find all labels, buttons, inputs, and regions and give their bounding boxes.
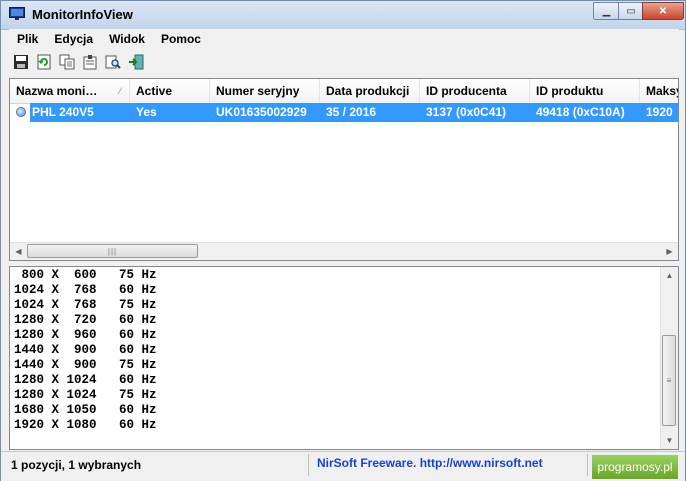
column-header-product-id[interactable]: ID produktu — [530, 79, 640, 103]
status-item-count: 1 pozycji, 1 wybranych — [11, 458, 142, 472]
scroll-down-button[interactable]: ▼ — [661, 432, 678, 449]
chevron-down-icon: ▼ — [665, 436, 674, 445]
find-button[interactable] — [102, 51, 124, 73]
monitor-icon — [9, 7, 25, 20]
column-header-name[interactable]: Nazwa moni… ⁄ — [10, 79, 130, 103]
monitor-status-icon — [16, 107, 26, 117]
mode-line: 1024 X 768 60 Hz — [14, 283, 157, 297]
cell-active: Yes — [136, 105, 157, 119]
cell-product-id: 49418 (0xC10A) — [536, 105, 625, 119]
menu-bar: Plik Edycja Widok Pomoc — [9, 29, 679, 48]
grip-icon: ≡ — [666, 376, 672, 385]
cell-name: PHL 240V5 — [32, 105, 94, 119]
mode-line: 1280 X 1024 60 Hz — [14, 373, 157, 387]
column-header-date[interactable]: Data produkcji — [320, 79, 420, 103]
cell-vendor-id: 3137 (0x0C41) — [426, 105, 507, 119]
refresh-icon — [37, 54, 51, 70]
close-button[interactable]: ✕ — [642, 2, 684, 20]
copy-button[interactable] — [56, 51, 78, 73]
properties-button[interactable] — [79, 51, 101, 73]
column-header-active[interactable]: Active — [130, 79, 210, 103]
cell-date: 35 / 2016 — [326, 105, 377, 119]
mode-line: 1280 X 960 60 Hz — [14, 328, 157, 342]
exit-icon — [129, 54, 144, 70]
mode-line: 1680 X 1050 60 Hz — [14, 403, 157, 417]
scroll-up-button[interactable]: ▲ — [661, 267, 678, 284]
mode-line: 1024 X 768 75 Hz — [14, 298, 157, 312]
vertical-scrollbar[interactable]: ▲ ≡ ▼ — [660, 267, 678, 449]
grip-icon: ||| — [107, 246, 118, 256]
cell-max: 1920 — [646, 105, 673, 119]
chevron-left-icon: ◀ — [15, 247, 22, 256]
chevron-right-icon: ▶ — [666, 247, 673, 256]
app-window: MonitorInfoView ▁ ▭ ✕ Plik Edycja Widok … — [0, 0, 686, 481]
vertical-scroll-thumb[interactable]: ≡ — [662, 335, 676, 426]
column-header-label: Nazwa moni… — [16, 84, 98, 98]
minimize-button[interactable]: ▁ — [593, 2, 619, 20]
close-icon: ✕ — [658, 5, 668, 17]
horizontal-scroll-thumb[interactable]: ||| — [27, 244, 198, 258]
save-icon — [14, 55, 28, 69]
refresh-button[interactable] — [33, 51, 55, 73]
maximize-button[interactable]: ▭ — [618, 2, 643, 20]
status-bar: 1 pozycji, 1 wybranych NirSoft Freeware.… — [1, 451, 685, 481]
nirsoft-link[interactable]: NirSoft Freeware. http://www.nirsoft.net — [317, 456, 543, 470]
column-header-vendor-id[interactable]: ID producenta — [420, 79, 530, 103]
scroll-left-button[interactable]: ◀ — [10, 243, 27, 260]
save-button[interactable] — [10, 51, 32, 73]
column-header-max[interactable]: Maksy — [640, 79, 678, 103]
sort-arrow-icon: ⁄ — [119, 86, 121, 96]
status-divider — [308, 454, 309, 476]
modes-pane[interactable]: 800 X 600 75 Hz 1024 X 768 60 Hz 1024 X … — [9, 266, 679, 450]
menu-pomoc[interactable]: Pomoc — [153, 29, 209, 48]
mode-line: 1440 X 900 75 Hz — [14, 358, 157, 372]
title-bar[interactable]: MonitorInfoView ▁ ▭ ✕ — [1, 1, 685, 30]
brand-watermark: programosy.pl — [592, 455, 678, 479]
list-header: Nazwa moni… ⁄ Active Numer seryjny Data … — [10, 79, 678, 104]
toolbar — [9, 49, 679, 75]
menu-plik[interactable]: Plik — [9, 29, 46, 48]
table-row[interactable]: PHL 240V5 Yes UK01635002929 35 / 2016 31… — [10, 103, 678, 122]
maximize-icon: ▭ — [626, 5, 636, 17]
cell-serial: UK01635002929 — [216, 105, 307, 119]
mode-line: 1920 X 1080 60 Hz — [14, 418, 157, 432]
menu-widok[interactable]: Widok — [101, 29, 153, 48]
scroll-right-button[interactable]: ▶ — [661, 243, 678, 260]
mode-line: 1440 X 900 60 Hz — [14, 343, 157, 357]
minimize-icon: ▁ — [602, 5, 611, 17]
properties-icon — [83, 55, 97, 70]
column-header-serial[interactable]: Numer seryjny — [210, 79, 320, 103]
status-divider — [587, 454, 588, 476]
find-icon — [105, 55, 121, 69]
monitor-list[interactable]: Nazwa moni… ⁄ Active Numer seryjny Data … — [9, 78, 679, 261]
menu-edycja[interactable]: Edycja — [46, 29, 101, 48]
chevron-up-icon: ▲ — [665, 271, 674, 280]
exit-button[interactable] — [125, 51, 147, 73]
copy-icon — [59, 54, 75, 70]
horizontal-scrollbar[interactable]: ◀ ||| ▶ — [10, 242, 678, 260]
window-title: MonitorInfoView — [32, 7, 133, 22]
mode-line: 1280 X 1024 75 Hz — [14, 388, 157, 402]
mode-line: 800 X 600 75 Hz — [14, 268, 157, 282]
mode-line: 1280 X 720 60 Hz — [14, 313, 157, 327]
